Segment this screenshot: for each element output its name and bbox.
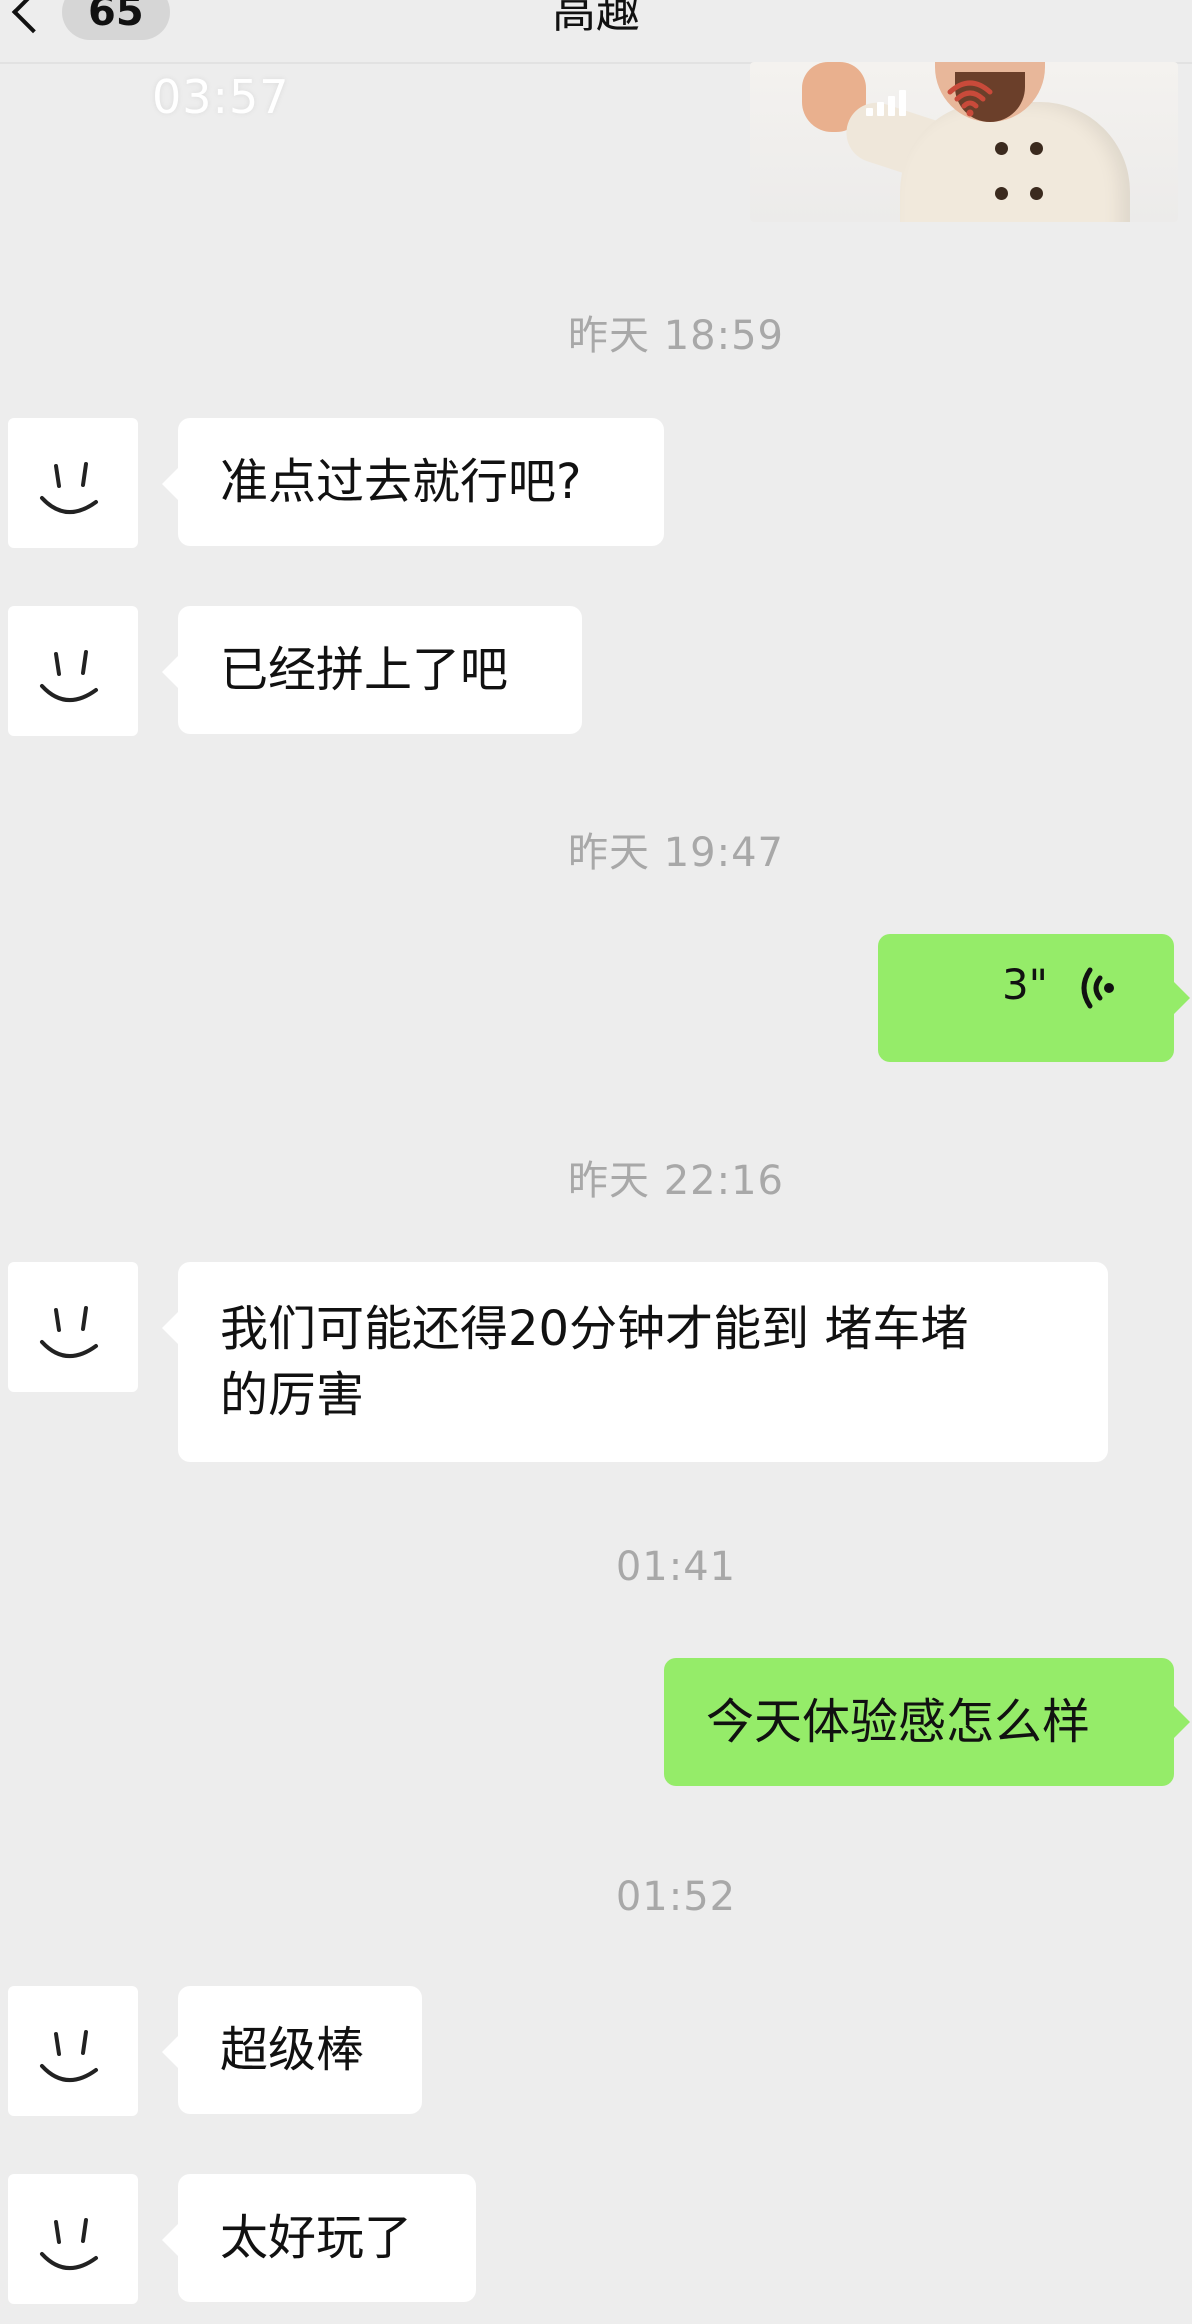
outgoing-message-bubble[interactable]: 今天体验感怎么样 <box>664 1658 1190 1786</box>
chef-button-dot <box>1030 142 1043 155</box>
message-timestamp: 昨天 18:59 <box>568 313 784 359</box>
message-line: 我们可能还得20分钟才能到 堵车堵 <box>220 1301 969 1357</box>
message-timestamp: 01:41 <box>615 1544 737 1590</box>
smiley-face-icon <box>40 2218 98 2271</box>
chat-title: 高趣 <box>552 0 640 38</box>
contact-avatar[interactable] <box>8 1262 138 1392</box>
contact-avatar[interactable] <box>8 2174 138 2304</box>
chef-button-dot <box>995 187 1008 200</box>
smiley-face-icon <box>40 1306 98 1359</box>
message-timestamp: 01:52 <box>615 1874 737 1920</box>
smiley-face-icon <box>40 2030 98 2083</box>
message-timestamp: 昨天 19:47 <box>568 830 784 876</box>
contact-avatar[interactable] <box>8 1986 138 2116</box>
contact-avatar[interactable] <box>8 418 138 548</box>
message-timestamp: 昨天 22:16 <box>568 1158 784 1204</box>
outgoing-voice-message[interactable]: 3" <box>878 934 1190 1062</box>
signal-bars-icon <box>866 88 906 116</box>
chef-button-dot <box>1030 187 1043 200</box>
voice-wave-icon <box>1081 967 1114 1009</box>
smiley-face-icon <box>40 650 98 703</box>
smiley-face-icon <box>40 462 98 515</box>
chef-body-graphic <box>900 102 1130 222</box>
incoming-message-bubble[interactable]: 太好玩了 <box>162 2174 476 2302</box>
message-line: 的厉害 <box>220 1367 365 1423</box>
incoming-message-bubble[interactable]: 我们可能还得20分钟才能到 堵车堵 的厉害 <box>162 1262 1108 1462</box>
overlay-clock: 03:57 <box>152 70 290 124</box>
voice-duration: 3" <box>1001 960 1048 1009</box>
wifi-icon <box>947 80 993 117</box>
chat-header: 65 高趣 <box>0 0 1192 64</box>
chef-button-dot <box>995 142 1008 155</box>
incoming-message-bubble[interactable]: 超级棒 <box>162 1986 422 2114</box>
contact-avatar[interactable] <box>8 606 138 736</box>
incoming-message-bubble[interactable]: 已经拼上了吧 <box>162 606 582 734</box>
incoming-message-bubble[interactable]: 准点过去就行吧? <box>162 418 664 546</box>
